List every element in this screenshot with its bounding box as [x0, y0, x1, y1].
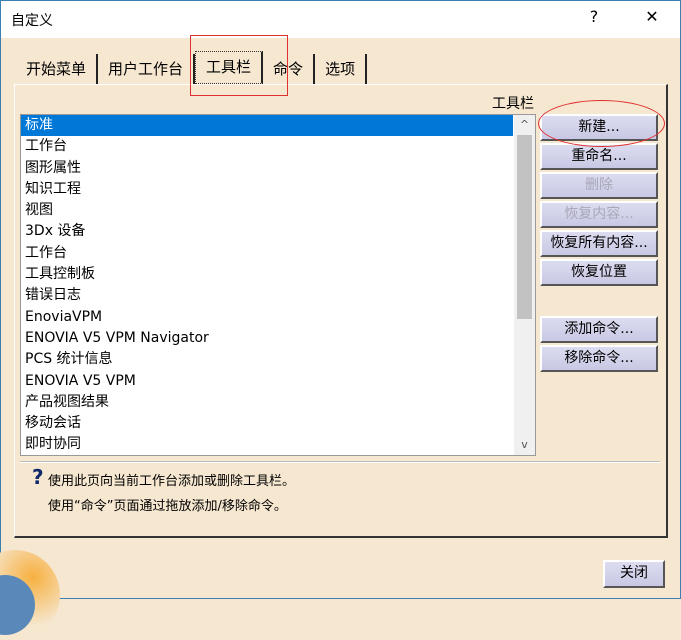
scroll-up-icon[interactable]: ^ [514, 115, 535, 135]
toolbars-list-label: 工具栏 [492, 96, 534, 112]
toolbars-panel: 工具栏 ^ v 标准 工作台 图形属性 知识工程 视图 3Dx 设备 工作台 工具控制板 错误日… [14, 84, 668, 538]
rename-button[interactable]: 重命名... [540, 143, 658, 170]
scroll-down-icon[interactable]: v [514, 435, 535, 455]
tab-start-menu[interactable]: 开始菜单 [16, 54, 99, 84]
divider [20, 461, 660, 463]
toolbar-list-item[interactable]: 即时协同 [21, 434, 513, 455]
toolbar-list-item[interactable]: 错误日志 [21, 285, 513, 306]
list-scrollbar[interactable]: ^ v [514, 115, 535, 455]
toolbar-list-item[interactable]: PCS 统计信息 [21, 349, 513, 370]
help-button[interactable]: ? [579, 7, 609, 26]
tab-options[interactable]: 选项 [315, 54, 368, 84]
close-window-button[interactable]: ✕ [637, 7, 667, 26]
close-button[interactable]: 关闭 [603, 560, 665, 588]
toolbar-list-item[interactable]: ENOVIA V5 VPM Navigator [21, 328, 513, 349]
question-icon: ? [32, 465, 44, 489]
scroll-thumb[interactable] [517, 135, 532, 319]
toolbar-list-item[interactable]: 产品视图结果 [21, 392, 513, 413]
title-bar: 自定义 ? ✕ [0, 0, 681, 38]
highlight-ellipse [538, 100, 665, 147]
toolbars-list[interactable]: ^ v 标准 工作台 图形属性 知识工程 视图 3Dx 设备 工作台 工具控制板 错误日志 Eno… [20, 114, 536, 456]
toolbar-list-item[interactable]: 图形属性 [21, 158, 513, 179]
toolbar-list-item[interactable]: 工作台 [21, 243, 513, 264]
toolbar-list-item[interactable]: 3Dx 设备 [21, 221, 513, 242]
toolbar-list-item[interactable]: 移动会话 [21, 413, 513, 434]
help-text-1: 使用此页向当前工作台添加或删除工具栏。 [48, 474, 296, 489]
toolbar-list-item[interactable]: 工具控制板 [21, 264, 513, 285]
restore-contents-button[interactable]: 恢复内容... [540, 201, 658, 228]
toolbar-list-item[interactable]: ENOVIA V5 VPM [21, 371, 513, 392]
toolbar-list-item[interactable]: 标准 [21, 115, 513, 137]
remove-commands-button[interactable]: 移除命令... [540, 345, 658, 372]
restore-all-contents-button[interactable]: 恢复所有内容... [540, 230, 658, 257]
tab-user-workbench[interactable]: 用户工作台 [98, 54, 196, 84]
help-text-2: 使用“命令”页面通过拖放添加/移除命令。 [48, 499, 287, 514]
add-commands-button[interactable]: 添加命令... [540, 316, 658, 343]
highlight-rectangle [190, 35, 288, 96]
window-title: 自定义 [11, 13, 53, 29]
toolbar-list-item[interactable]: 知识工程 [21, 179, 513, 200]
toolbar-list-item[interactable]: 工作台 [21, 136, 513, 157]
delete-button[interactable]: 删除 [540, 172, 658, 199]
restore-position-button[interactable]: 恢复位置 [540, 259, 658, 286]
toolbar-list-item[interactable]: EnoviaVPM [21, 307, 513, 328]
toolbar-list-item[interactable]: 视图 [21, 200, 513, 221]
